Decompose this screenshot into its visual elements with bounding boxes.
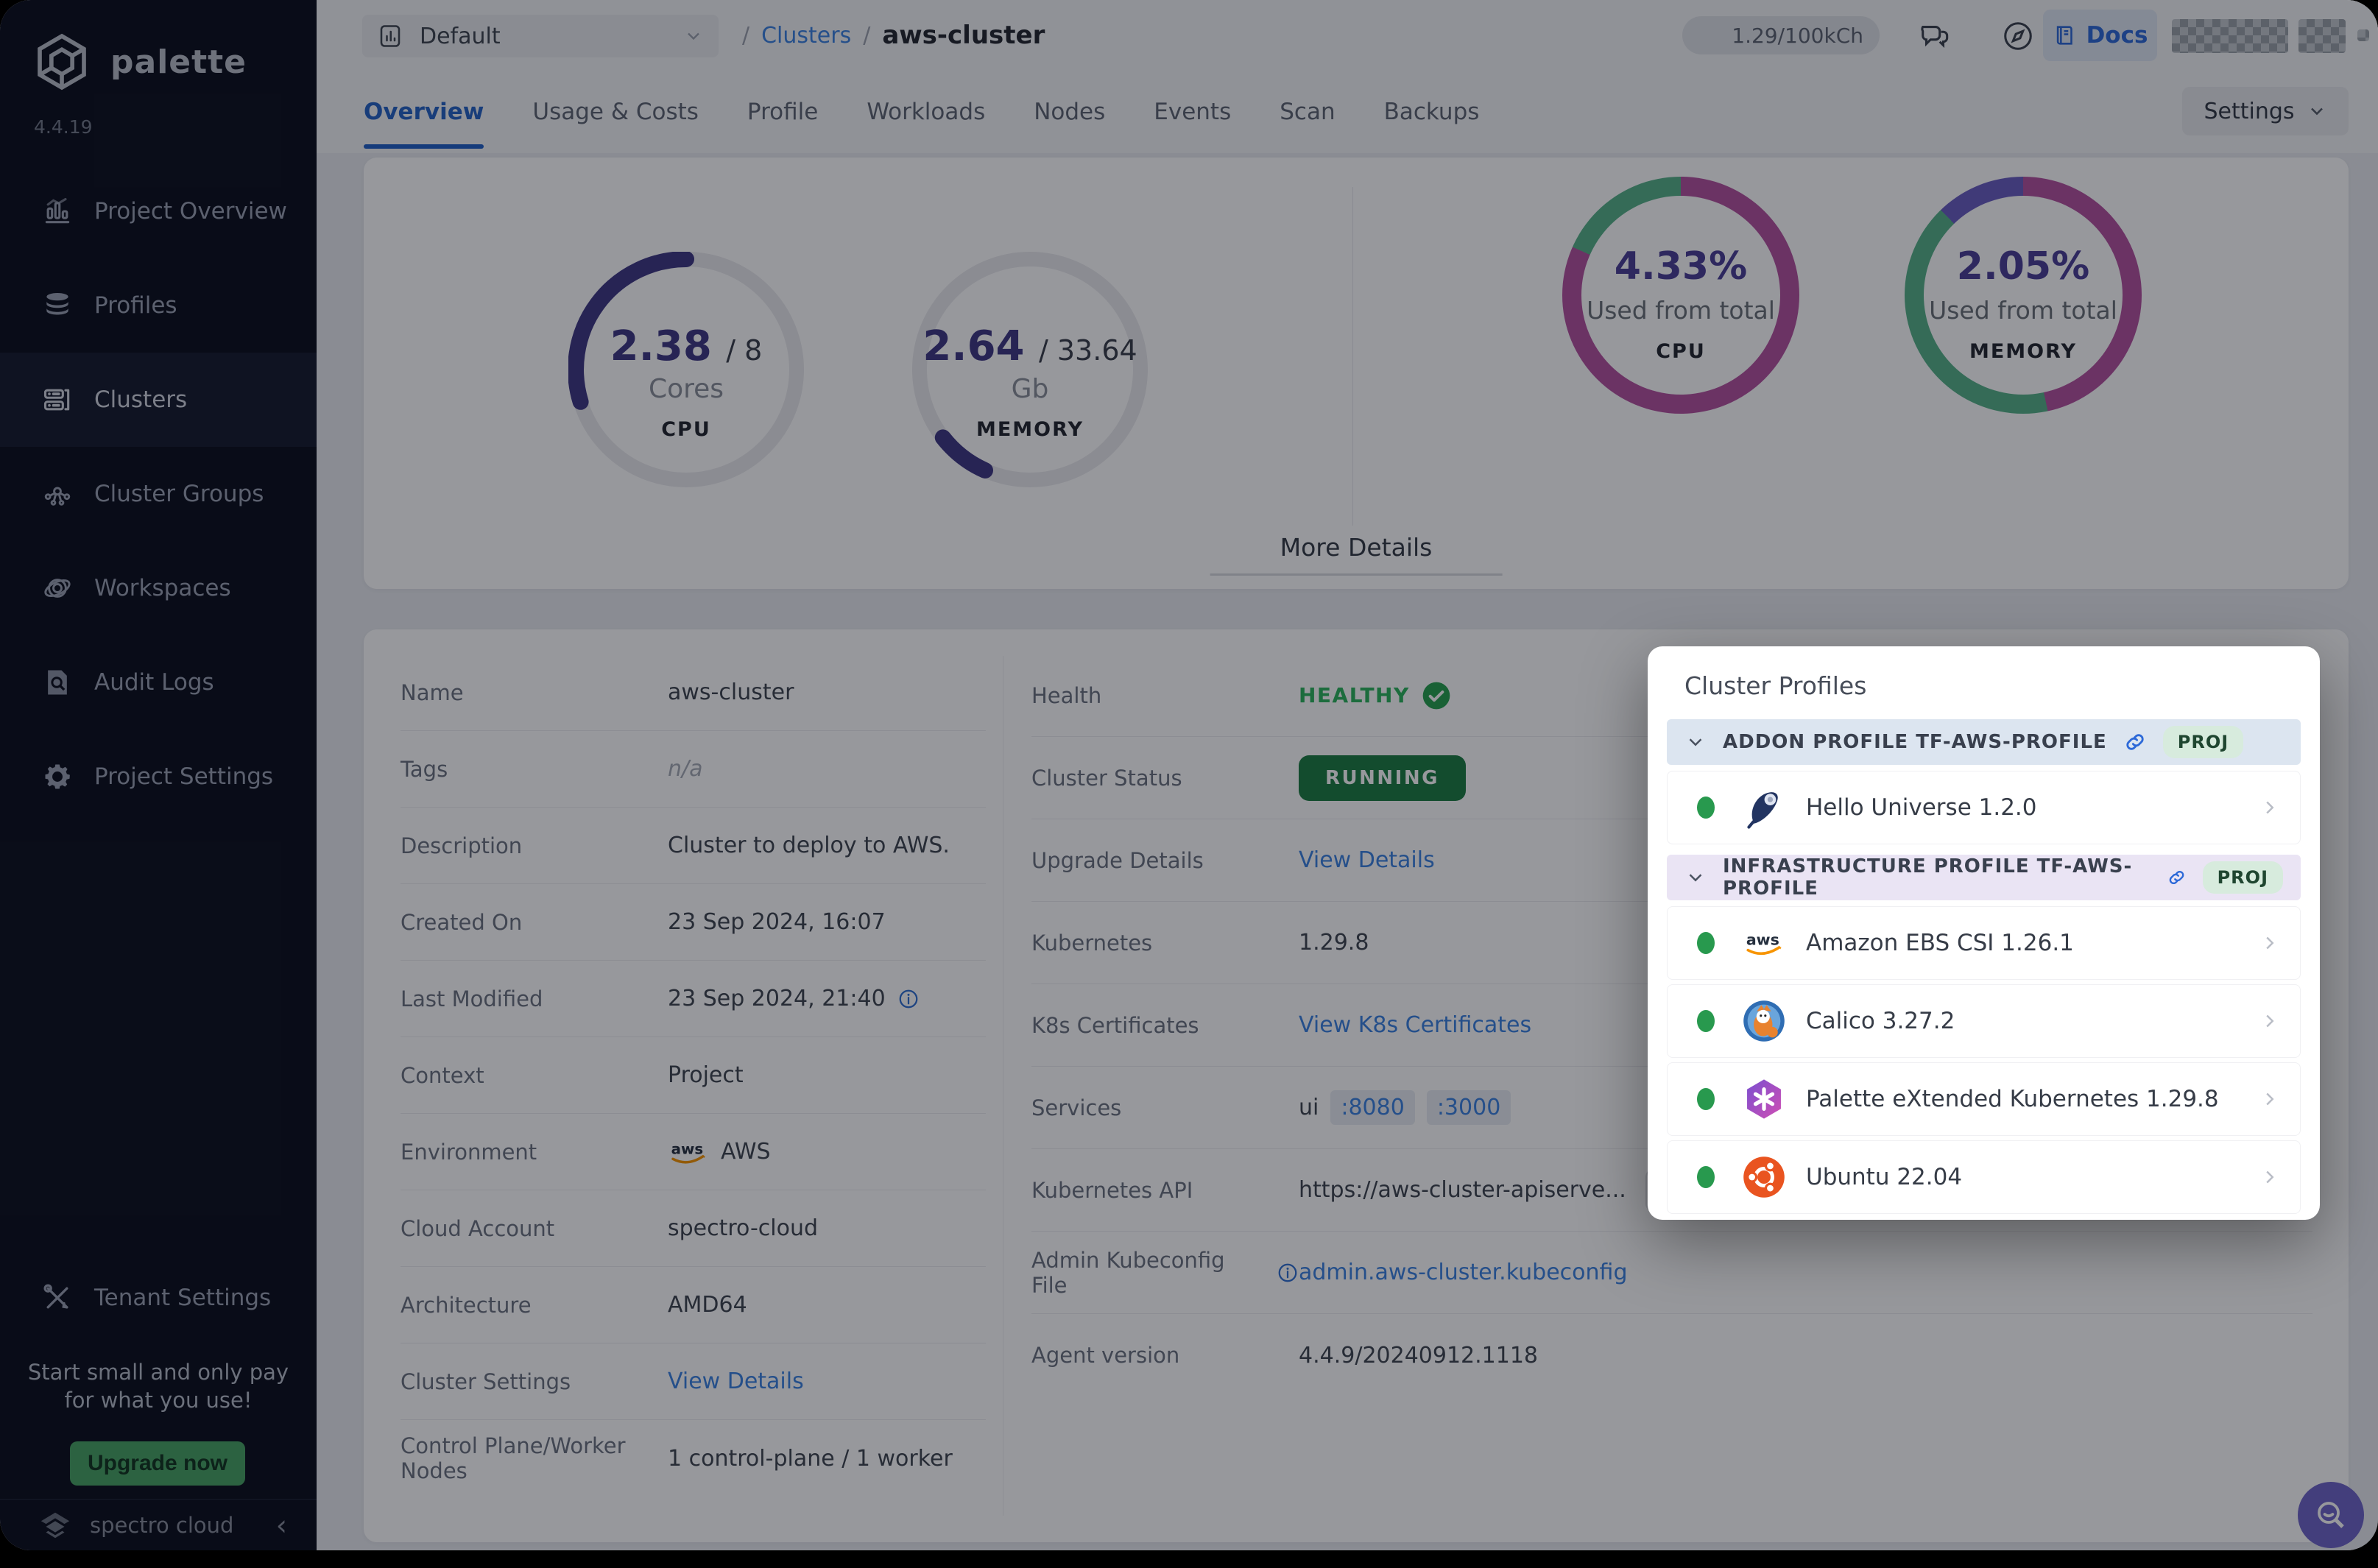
pack-status-dot — [1697, 1088, 1715, 1110]
chevron-right-icon — [2259, 1166, 2281, 1188]
link-icon — [2123, 730, 2147, 754]
pxk-icon — [1743, 1078, 1785, 1120]
chevron-down-icon — [1684, 866, 1707, 889]
chevron-right-icon — [2259, 797, 2281, 819]
profile-pack-row[interactable]: Calico 3.27.2 — [1667, 984, 2301, 1058]
scope-badge: PROJ — [2163, 726, 2243, 758]
chevron-down-icon — [1684, 731, 1707, 753]
pack-name: Amazon EBS CSI 1.26.1 — [1806, 930, 2074, 956]
svg-text:aws: aws — [1746, 930, 1779, 948]
profile-section-title: INFRASTRUCTURE PROFILE TF-AWS-PROFILE — [1723, 855, 2151, 900]
chevron-right-icon — [2259, 1010, 2281, 1032]
pack-name: Ubuntu 22.04 — [1806, 1164, 1962, 1190]
calico-icon — [1743, 1000, 1785, 1042]
profile-pack-row[interactable]: Palette eXtended Kubernetes 1.29.8 — [1667, 1062, 2301, 1136]
pack-name: Palette eXtended Kubernetes 1.29.8 — [1806, 1086, 2219, 1112]
profile-pack-row[interactable]: aws Amazon EBS CSI 1.26.1 — [1667, 906, 2301, 980]
profile-section-title: ADDON PROFILE TF-AWS-PROFILE — [1723, 731, 2107, 753]
profile-pack-row[interactable]: Ubuntu 22.04 — [1667, 1140, 2301, 1214]
profile-pack-row[interactable]: Hello Universe 1.2.0 — [1667, 771, 2301, 844]
app-window: palette 4.4.19 Project OverviewProfilesC… — [0, 0, 2378, 1550]
chevron-right-icon — [2259, 1088, 2281, 1110]
pack-name: Hello Universe 1.2.0 — [1806, 794, 2037, 821]
pack-name: Calico 3.27.2 — [1806, 1008, 1955, 1034]
aws-icon: aws — [1743, 922, 1785, 964]
profile-section-header[interactable]: INFRASTRUCTURE PROFILE TF-AWS-PROFILE PRO… — [1667, 855, 2301, 900]
pack-status-dot — [1697, 797, 1715, 819]
pack-status-dot — [1697, 1010, 1715, 1032]
scope-badge: PROJ — [2203, 861, 2283, 894]
profile-section-header[interactable]: ADDON PROFILE TF-AWS-PROFILE PROJ — [1667, 719, 2301, 765]
pack-status-dot — [1697, 1166, 1715, 1188]
ubuntu-icon — [1743, 1156, 1785, 1198]
chevron-right-icon — [2259, 932, 2281, 954]
link-icon — [2167, 866, 2187, 889]
pack-status-dot — [1697, 932, 1715, 954]
popup-title: Cluster Profiles — [1684, 671, 2301, 700]
cluster-profiles-popup: Cluster Profiles ADDON PROFILE TF-AWS-PR… — [1648, 646, 2320, 1220]
hello-universe-icon — [1743, 786, 1785, 829]
